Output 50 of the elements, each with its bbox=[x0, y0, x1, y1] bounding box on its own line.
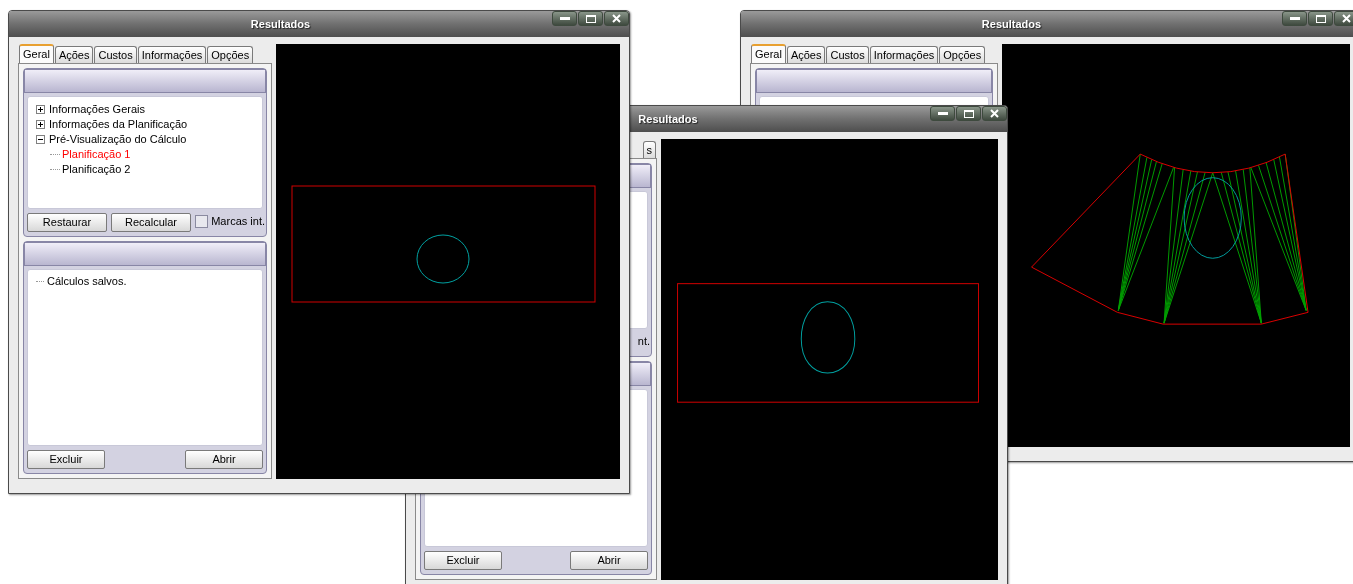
tab[interactable]: s bbox=[642, 141, 656, 158]
maximize-icon bbox=[963, 109, 974, 118]
maximize-icon bbox=[1315, 14, 1326, 23]
collapse-icon[interactable] bbox=[36, 135, 45, 144]
minimize-icon bbox=[559, 16, 570, 21]
list-item[interactable]: Cálculos salvos. bbox=[47, 273, 127, 290]
close-button[interactable] bbox=[1334, 11, 1353, 26]
checkbox-label[interactable]: Marcas int. bbox=[211, 213, 265, 230]
checkbox[interactable] bbox=[195, 214, 209, 228]
minimize-button[interactable] bbox=[1282, 11, 1307, 26]
close-icon bbox=[612, 14, 621, 23]
tab[interactable]: Opções bbox=[939, 46, 986, 63]
close-icon bbox=[1342, 14, 1351, 23]
close-button[interactable] bbox=[604, 11, 629, 26]
tree-item[interactable]: Planificação 2 bbox=[62, 161, 131, 178]
tree-item[interactable]: Informações Gerais bbox=[49, 101, 145, 118]
maximize-button[interactable] bbox=[1308, 11, 1333, 26]
tree-item[interactable]: Informações da Planificação bbox=[49, 116, 188, 133]
window-title: Resultados bbox=[638, 111, 698, 127]
tab[interactable]: Informações bbox=[869, 46, 939, 63]
tab[interactable]: Custos bbox=[94, 46, 137, 63]
window-title: Resultados bbox=[981, 16, 1042, 32]
tab[interactable]: Geral bbox=[19, 44, 54, 63]
maximize-button[interactable] bbox=[578, 11, 603, 26]
minimize-button[interactable] bbox=[552, 11, 577, 26]
action-button[interactable]: Restaurar bbox=[27, 213, 107, 232]
minimize-button[interactable] bbox=[930, 106, 955, 121]
close-button[interactable] bbox=[982, 106, 1007, 121]
action-button[interactable]: Excluir bbox=[27, 450, 105, 469]
action-button[interactable]: Abrir bbox=[570, 551, 648, 570]
expand-icon[interactable] bbox=[36, 120, 45, 129]
action-button[interactable]: Excluir bbox=[424, 551, 502, 570]
tab[interactable]: Ações bbox=[54, 46, 94, 63]
expand-icon[interactable] bbox=[36, 105, 45, 114]
tab[interactable]: Custos bbox=[826, 46, 869, 63]
tab[interactable]: Ações bbox=[786, 46, 826, 63]
tree-item[interactable]: Pré-Visualização do Cálculo bbox=[49, 131, 187, 148]
maximize-icon bbox=[585, 14, 596, 23]
tab[interactable]: Geral bbox=[751, 44, 786, 63]
checkbox-label[interactable]: nt. bbox=[637, 333, 650, 350]
tab[interactable]: Informações bbox=[137, 46, 207, 63]
action-button[interactable]: Recalcular bbox=[111, 213, 191, 232]
close-icon bbox=[990, 109, 999, 118]
minimize-icon bbox=[937, 111, 948, 116]
minimize-icon bbox=[1289, 16, 1300, 21]
maximize-button[interactable] bbox=[956, 106, 981, 121]
tab[interactable]: Opções bbox=[207, 46, 254, 63]
action-button[interactable]: Abrir bbox=[185, 450, 263, 469]
tree-item[interactable]: Planificação 1 bbox=[62, 146, 131, 163]
window-title: Resultados bbox=[250, 16, 311, 32]
